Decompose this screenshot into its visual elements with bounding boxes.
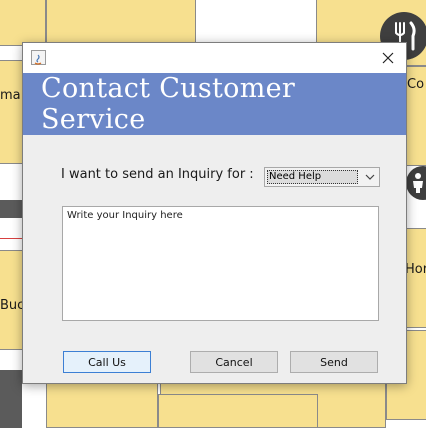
bg-label: Hor <box>405 262 426 277</box>
bg-label: Buc <box>0 298 25 313</box>
inquiry-type-select[interactable]: Need Help <box>264 167 380 187</box>
bg-tile <box>46 0 196 46</box>
bg-label: Co <box>407 77 425 92</box>
bg-tile[interactable] <box>0 60 24 164</box>
contact-dialog: Contact Customer Service I want to send … <box>22 42 407 384</box>
close-icon <box>382 52 394 64</box>
bg-label: ma <box>0 88 21 103</box>
send-button[interactable]: Send <box>290 351 378 373</box>
bg-tile <box>0 0 46 46</box>
title-bar[interactable] <box>23 43 406 73</box>
dialog-title: Contact Customer Service <box>41 73 296 135</box>
person-icon <box>406 166 426 200</box>
inquiry-type-selected: Need Help <box>267 170 358 184</box>
bg-tile[interactable] <box>158 394 318 428</box>
inquiry-message-field[interactable]: Write your Inquiry here <box>62 206 379 321</box>
call-us-button[interactable]: Call Us <box>63 351 151 373</box>
cancel-button[interactable]: Cancel <box>190 351 278 373</box>
chevron-down-icon[interactable] <box>364 171 376 183</box>
inquiry-type-label: I want to send an Inquiry for : <box>61 167 254 182</box>
bg-divider <box>0 238 22 239</box>
bg-dark-strip <box>0 200 22 218</box>
close-button[interactable] <box>376 46 400 70</box>
header-banner: Contact Customer Service <box>23 73 406 135</box>
java-app-icon <box>31 50 46 65</box>
bg-dark-strip <box>0 370 22 428</box>
